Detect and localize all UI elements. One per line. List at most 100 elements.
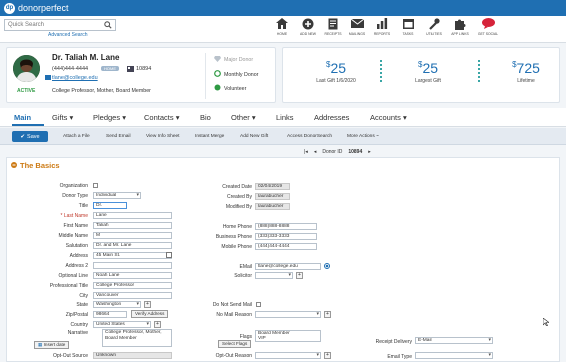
solicitor-add-button[interactable]: + bbox=[296, 272, 303, 279]
tab-contacts[interactable]: Contacts ▾ bbox=[144, 113, 179, 122]
nav-reports[interactable]: REPORTS bbox=[371, 17, 393, 41]
receipt-delivery-select[interactable]: E-Mail bbox=[415, 337, 493, 344]
email-type-radio[interactable] bbox=[324, 263, 331, 270]
tab-accounts[interactable]: Accounts ▾ bbox=[370, 113, 407, 122]
view-info-sheet-button[interactable]: View Info Sheet bbox=[146, 134, 180, 139]
last-name-field[interactable]: Lane bbox=[93, 212, 172, 219]
address-field[interactable]: 45 Main St. bbox=[93, 252, 172, 259]
first-name-field[interactable]: Taliah bbox=[93, 222, 172, 229]
nav-label: REPORTS bbox=[373, 32, 391, 36]
title-field[interactable]: Dr. bbox=[93, 202, 127, 209]
field-label: Salutation bbox=[65, 243, 88, 249]
optional-line-field[interactable]: Noah Lane bbox=[93, 272, 172, 279]
tab-other[interactable]: Other ▾ bbox=[231, 113, 256, 122]
home-phone-field[interactable]: (888)888-8888 bbox=[255, 223, 317, 230]
donor-type-select[interactable]: Individual bbox=[93, 192, 141, 199]
insert-date-button[interactable]: ▦ Insert date bbox=[34, 341, 70, 349]
business-phone-field[interactable]: (333)333-3333 bbox=[255, 233, 317, 240]
tab-pledges[interactable]: Pledges ▾ bbox=[93, 113, 126, 122]
nav-receipts[interactable]: RECEIPTS bbox=[322, 17, 344, 41]
solicitor-select[interactable] bbox=[255, 272, 293, 279]
middle-name-field[interactable]: M bbox=[93, 232, 172, 239]
tag-monthly-donor[interactable]: Monthly Donor bbox=[214, 70, 258, 79]
field-label: Created By bbox=[226, 194, 252, 200]
gift-amount-value: 25 bbox=[330, 60, 347, 76]
nav-utilities[interactable]: UTILITIES bbox=[423, 17, 445, 41]
add-new-gift-button[interactable]: Add New Gift bbox=[240, 134, 268, 139]
quick-search-input[interactable]: Quick Search bbox=[4, 19, 116, 31]
no-mail-reason-add-button[interactable]: + bbox=[324, 311, 331, 318]
opt-out-reason-add-button[interactable]: + bbox=[324, 352, 331, 359]
logo[interactable]: dp donorperfect bbox=[4, 2, 69, 14]
field-label: No Mail Reason bbox=[216, 312, 252, 318]
status-badge: ACTIVE bbox=[17, 88, 36, 94]
email-field[interactable]: tlane@college.edu bbox=[255, 263, 321, 270]
professional-title-field[interactable]: College Professor bbox=[93, 282, 172, 289]
narrative-field[interactable]: College Professor, Mother, Board Member bbox=[102, 329, 172, 347]
nav-app-links[interactable]: APP LINKS bbox=[449, 17, 471, 41]
first-record-icon[interactable]: |◂ bbox=[304, 149, 308, 155]
save-label: Save bbox=[27, 133, 40, 140]
flags-list[interactable]: Board Member VIP bbox=[255, 330, 321, 342]
nav-mailings[interactable]: MAILINGS bbox=[346, 17, 368, 41]
organization-checkbox[interactable] bbox=[93, 183, 98, 188]
access-donorsearch-button[interactable]: Access DonorSearch bbox=[287, 134, 332, 139]
opt-out-reason-select[interactable] bbox=[255, 352, 321, 359]
field-label: Middle Name bbox=[58, 233, 88, 239]
nav-home[interactable]: HOME bbox=[271, 17, 293, 41]
insert-date-label: Insert date bbox=[43, 342, 66, 347]
prev-record-icon[interactable]: ◂ bbox=[314, 149, 317, 155]
nav-get-social[interactable]: GET SOCIAL bbox=[477, 17, 499, 41]
donor-roles: College Professor, Mother, Board Member bbox=[52, 88, 151, 94]
mail-icon bbox=[350, 17, 364, 30]
email-type-select[interactable] bbox=[415, 352, 493, 359]
top-bar bbox=[0, 0, 566, 16]
address-2-field[interactable] bbox=[93, 262, 172, 269]
state-add-button[interactable]: + bbox=[144, 301, 151, 308]
tab-label: Contacts bbox=[144, 113, 174, 122]
more-actions-menu[interactable]: More Actions ~ bbox=[347, 134, 379, 139]
mobile-phone-field[interactable]: (444)444-4444 bbox=[255, 243, 317, 250]
tag-major-donor[interactable]: Major Donor bbox=[214, 56, 253, 64]
lifetime-gift[interactable]: $725 Lifetime bbox=[486, 60, 566, 84]
instant-merge-button[interactable]: Instant Merge bbox=[195, 134, 224, 139]
field-label: Created Date bbox=[222, 184, 252, 190]
section-title[interactable]: The Basics bbox=[11, 161, 60, 170]
next-record-icon[interactable]: ▸ bbox=[368, 149, 371, 155]
send-email-button[interactable]: Send Email bbox=[106, 134, 131, 139]
gift-amount-value: 725 bbox=[516, 60, 540, 76]
calendar-icon: ▦ bbox=[38, 342, 43, 347]
created-by-field: laurabucher bbox=[255, 193, 290, 200]
nav-add-new[interactable]: ADD NEW bbox=[297, 17, 319, 41]
field-label: Solicitor bbox=[234, 273, 252, 279]
save-button[interactable]: ✔ Save bbox=[12, 131, 48, 142]
select-flags-button[interactable]: Select Flags bbox=[218, 340, 252, 348]
tag-label: Volunteer bbox=[224, 85, 247, 92]
address-lookup-icon[interactable] bbox=[166, 252, 172, 258]
verify-address-button[interactable]: Verify Address bbox=[131, 310, 169, 318]
tab-links[interactable]: Links bbox=[276, 113, 294, 122]
zip-field[interactable]: 98664 bbox=[93, 311, 127, 318]
last-gift[interactable]: $25 Last Gift 1/6/2020 bbox=[296, 60, 376, 84]
search-icon[interactable] bbox=[103, 20, 113, 30]
nav-label: HOME bbox=[276, 32, 288, 36]
largest-gift[interactable]: $25 Largest Gift bbox=[388, 60, 468, 84]
advanced-search-link[interactable]: Advanced Search bbox=[48, 32, 87, 38]
salutation-field[interactable]: Dr. and Mr. Lane bbox=[93, 242, 172, 249]
country-add-button[interactable]: + bbox=[154, 321, 161, 328]
country-select[interactable]: United States bbox=[93, 321, 151, 328]
attach-file-button[interactable]: Attach a File bbox=[63, 134, 90, 139]
phone-number: (444)444-4444 bbox=[52, 66, 89, 72]
tab-bio[interactable]: Bio bbox=[200, 113, 211, 122]
tag-volunteer[interactable]: Volunteer bbox=[214, 84, 246, 93]
state-select[interactable]: Washington bbox=[93, 301, 141, 308]
no-mail-reason-select[interactable] bbox=[255, 311, 321, 318]
email-link[interactable]: tlane@college.edu bbox=[52, 75, 98, 81]
tab-main[interactable]: Main bbox=[14, 113, 31, 122]
city-field[interactable]: Vancouver bbox=[93, 292, 172, 299]
nav-tasks[interactable]: TASKS bbox=[397, 17, 419, 41]
avatar bbox=[13, 55, 40, 82]
tab-addresses[interactable]: Addresses bbox=[314, 113, 349, 122]
do-not-send-mail-checkbox[interactable] bbox=[256, 302, 261, 307]
tab-gifts[interactable]: Gifts ▾ bbox=[52, 113, 73, 122]
